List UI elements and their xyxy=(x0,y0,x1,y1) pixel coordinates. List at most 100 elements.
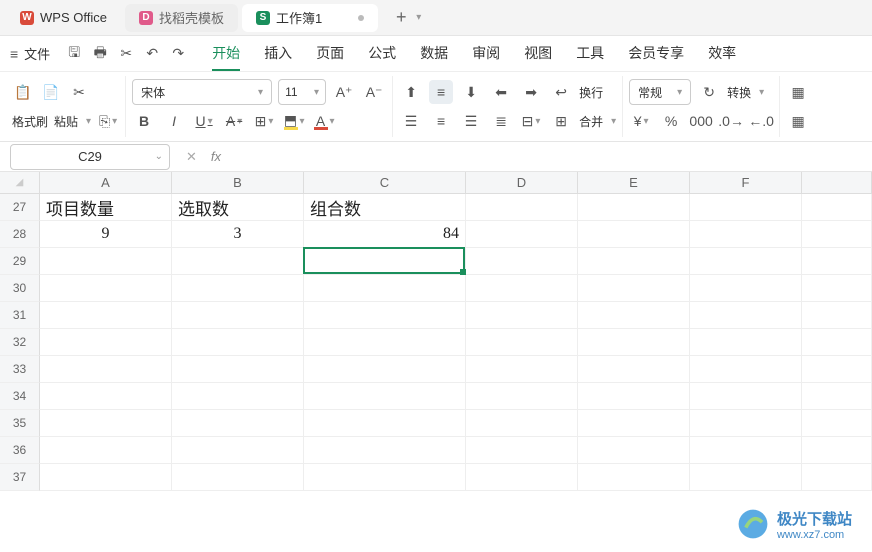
cell-E36[interactable] xyxy=(578,437,690,464)
cell-C30[interactable] xyxy=(304,275,466,302)
cell-E30[interactable] xyxy=(578,275,690,302)
cell-F35[interactable] xyxy=(690,410,802,437)
wrap-label[interactable]: 换行 xyxy=(579,84,603,101)
menu-page[interactable]: 页面 xyxy=(316,37,344,71)
name-box-dropdown-icon[interactable]: ⌄ xyxy=(155,151,163,162)
cell-A33[interactable] xyxy=(40,356,172,383)
cell-A28[interactable]: 9 xyxy=(40,221,172,248)
format-painter-icon[interactable]: 📋 xyxy=(12,81,34,103)
decimal-inc-icon[interactable]: .0→ xyxy=(719,109,743,133)
row-header-32[interactable]: 32 xyxy=(0,329,40,356)
cell-C33[interactable] xyxy=(304,356,466,383)
paste-icon[interactable]: 📄 xyxy=(40,81,62,103)
cell-E35[interactable] xyxy=(578,410,690,437)
cell-F28[interactable] xyxy=(690,221,802,248)
underline-button[interactable]: U▾ xyxy=(192,109,216,133)
wrap-icon[interactable]: ↩ xyxy=(549,80,573,104)
row-header-30[interactable]: 30 xyxy=(0,275,40,302)
cell-B36[interactable] xyxy=(172,437,304,464)
align-right-icon[interactable]: ☰ xyxy=(459,109,483,133)
cell-B30[interactable] xyxy=(172,275,304,302)
cell-C32[interactable] xyxy=(304,329,466,356)
font-name-select[interactable]: 宋体▾ xyxy=(132,79,272,105)
decimal-dec-icon[interactable]: ←.0 xyxy=(749,109,773,133)
cell-D34[interactable] xyxy=(466,383,578,410)
cell-E32[interactable] xyxy=(578,329,690,356)
bold-button[interactable]: B xyxy=(132,109,156,133)
decrease-font-icon[interactable]: A⁻ xyxy=(362,80,386,104)
cell-E27[interactable] xyxy=(578,194,690,221)
styles-icon[interactable]: ▦ xyxy=(786,80,810,104)
align-middle-icon[interactable]: ≡ xyxy=(429,80,453,104)
row-header-34[interactable]: 34 xyxy=(0,383,40,410)
cell-B32[interactable] xyxy=(172,329,304,356)
indent-left-icon[interactable]: ⬅ xyxy=(489,80,513,104)
col-header-F[interactable]: F xyxy=(690,172,802,193)
cell-D31[interactable] xyxy=(466,302,578,329)
menu-data[interactable]: 数据 xyxy=(420,37,448,71)
cell-F30[interactable] xyxy=(690,275,802,302)
rotate-label[interactable]: 转换 xyxy=(727,84,751,101)
cell-C27[interactable]: 组合数 xyxy=(304,194,466,221)
fill-color-button[interactable]: ⬒▾ xyxy=(282,109,306,133)
cell-F27[interactable] xyxy=(690,194,802,221)
cut-icon[interactable]: ✂ xyxy=(68,81,90,103)
cell-A30[interactable] xyxy=(40,275,172,302)
cell-D37[interactable] xyxy=(466,464,578,491)
cell-B31[interactable] xyxy=(172,302,304,329)
cell-F36[interactable] xyxy=(690,437,802,464)
copy-icon[interactable]: ⎘▾ xyxy=(97,110,119,132)
cell-D35[interactable] xyxy=(466,410,578,437)
col-header-A[interactable]: A xyxy=(40,172,172,193)
cell-F31[interactable] xyxy=(690,302,802,329)
cell-D29[interactable] xyxy=(466,248,578,275)
cell-A36[interactable] xyxy=(40,437,172,464)
menu-efficiency[interactable]: 效率 xyxy=(708,37,736,71)
currency-icon[interactable]: ¥▾ xyxy=(629,109,653,133)
cell-F33[interactable] xyxy=(690,356,802,383)
menu-file[interactable]: 文件 xyxy=(24,44,50,63)
undo-icon[interactable]: ↶ xyxy=(140,42,164,66)
select-all-corner[interactable]: ◢ xyxy=(0,172,40,193)
menu-start[interactable]: 开始 xyxy=(212,37,240,71)
border-button[interactable]: ⊞▾ xyxy=(252,109,276,133)
styles2-icon[interactable]: ▦ xyxy=(786,109,810,133)
merge-icon[interactable]: ⊞ xyxy=(549,109,573,133)
justify-icon[interactable]: ≣ xyxy=(489,109,513,133)
cell-E28[interactable] xyxy=(578,221,690,248)
align-top-icon[interactable]: ⬆ xyxy=(399,80,423,104)
strike-button[interactable]: A▾ xyxy=(222,109,246,133)
cell-D32[interactable] xyxy=(466,329,578,356)
cell-B27[interactable]: 选取数 xyxy=(172,194,304,221)
cell-A34[interactable] xyxy=(40,383,172,410)
rotate-icon[interactable]: ↻ xyxy=(697,80,721,104)
row-header-36[interactable]: 36 xyxy=(0,437,40,464)
indent-right-icon[interactable]: ➡ xyxy=(519,80,543,104)
col-header-C[interactable]: C xyxy=(304,172,466,193)
menu-formula[interactable]: 公式 xyxy=(368,37,396,71)
font-color-button[interactable]: A▾ xyxy=(312,109,336,133)
cell-D36[interactable] xyxy=(466,437,578,464)
cancel-formula-icon[interactable]: ✕ xyxy=(186,149,197,165)
cell-B35[interactable] xyxy=(172,410,304,437)
cell-E34[interactable] xyxy=(578,383,690,410)
hamburger-icon[interactable]: ≡ xyxy=(10,46,18,62)
merge-label[interactable]: 合并 xyxy=(579,113,603,130)
redo-icon[interactable]: ↷ xyxy=(166,42,190,66)
row-header-28[interactable]: 28 xyxy=(0,221,40,248)
fx-icon[interactable]: fx xyxy=(211,149,221,164)
align-left-icon[interactable]: ☰ xyxy=(399,109,423,133)
comma-icon[interactable]: 000 xyxy=(689,109,713,133)
cell-A31[interactable] xyxy=(40,302,172,329)
cell-A29[interactable] xyxy=(40,248,172,275)
cell-B33[interactable] xyxy=(172,356,304,383)
merge-dropdown-icon[interactable]: ⊟▾ xyxy=(519,109,543,133)
increase-font-icon[interactable]: A⁺ xyxy=(332,80,356,104)
cell-D28[interactable] xyxy=(466,221,578,248)
col-header-D[interactable]: D xyxy=(466,172,578,193)
menu-review[interactable]: 审阅 xyxy=(472,37,500,71)
format-painter-label[interactable]: 格式刷 xyxy=(12,113,48,130)
cell-F32[interactable] xyxy=(690,329,802,356)
menu-insert[interactable]: 插入 xyxy=(264,37,292,71)
cell-B34[interactable] xyxy=(172,383,304,410)
